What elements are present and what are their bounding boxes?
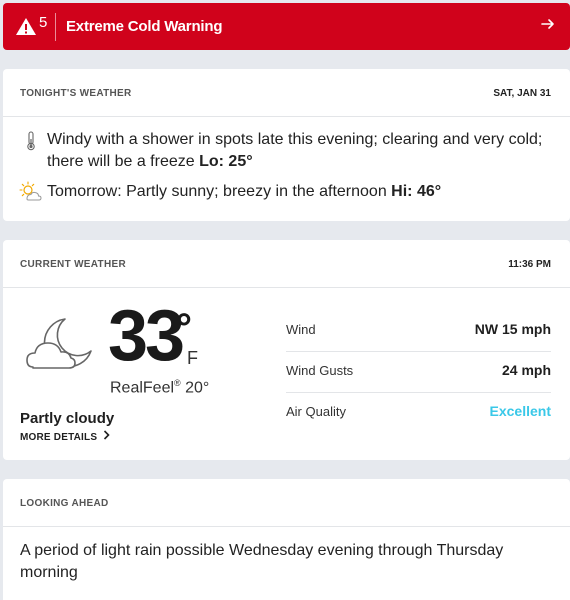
- trademark-mark: ®: [174, 378, 181, 388]
- air-quality-label: Air Quality: [286, 404, 346, 419]
- extreme-cold-warning-banner[interactable]: 5 Extreme Cold Warning: [3, 3, 570, 50]
- air-quality-value[interactable]: Excellent: [490, 403, 551, 419]
- chevron-right-icon: [103, 430, 110, 443]
- cloud-moon-icon: [25, 315, 97, 382]
- more-details-link[interactable]: MORE DETAILS: [20, 430, 110, 443]
- wind-gusts-label: Wind Gusts: [286, 363, 354, 378]
- realfeel: RealFeel® 20°: [110, 378, 209, 397]
- tomorrow-text: Tomorrow: Partly sunny; breezy in the af…: [47, 183, 387, 200]
- current-header: CURRENT WEATHER: [20, 259, 126, 270]
- lo-temp: Lo: 25°: [199, 153, 253, 170]
- realfeel-value: 20°: [185, 379, 210, 397]
- alert-title: Extreme Cold Warning: [66, 18, 223, 35]
- tonight-header: TONIGHT'S WEATHER: [20, 88, 132, 99]
- warning-triangle-icon: [15, 17, 37, 41]
- tonight-weather-card[interactable]: TONIGHT'S WEATHER SAT, JAN 31 Windy with…: [3, 69, 570, 221]
- more-details-label: MORE DETAILS: [20, 432, 98, 443]
- current-time: 11:36 PM: [508, 259, 551, 270]
- detail-row-wind-gusts: Wind Gusts 24 mph: [286, 351, 551, 393]
- condition-text: Partly cloudy: [20, 410, 115, 427]
- alert-count: 5: [39, 14, 48, 31]
- detail-row-air-quality: Air Quality Excellent: [286, 392, 551, 433]
- tomorrow-forecast: Tomorrow: Partly sunny; breezy in the af…: [47, 181, 547, 203]
- tonight-forecast: Windy with a shower in spots late this e…: [47, 129, 547, 173]
- thermometer-icon: [25, 131, 37, 156]
- wind-gusts-value: 24 mph: [501, 362, 551, 378]
- arrow-right-icon[interactable]: [540, 16, 556, 37]
- card-header: CURRENT WEATHER 11:36 PM: [3, 240, 570, 288]
- alert-divider: [55, 13, 56, 41]
- temperature-unit: F: [187, 348, 198, 368]
- ahead-header: LOOKING AHEAD: [20, 498, 109, 509]
- looking-ahead-card[interactable]: LOOKING AHEAD A period of light rain pos…: [3, 479, 570, 600]
- tonight-date: SAT, JAN 31: [493, 88, 551, 99]
- partly-sunny-icon: [19, 181, 43, 208]
- card-header: LOOKING AHEAD: [3, 479, 570, 527]
- tonight-text: Windy with a shower in spots late this e…: [47, 131, 543, 170]
- ahead-text: A period of light rain possible Wednesda…: [20, 542, 504, 581]
- realfeel-label: RealFeel: [110, 379, 175, 397]
- current-temperature: 33: [108, 296, 185, 376]
- degree-symbol: °: [176, 306, 192, 350]
- card-header: TONIGHT'S WEATHER SAT, JAN 31: [3, 69, 570, 117]
- detail-row-wind: Wind NW 15 mph: [286, 310, 551, 352]
- wind-value: NW 15 mph: [474, 321, 551, 337]
- current-weather-card[interactable]: CURRENT WEATHER 11:36 PM 33 ° F RealFeel…: [3, 240, 570, 460]
- hi-temp: Hi: 46°: [391, 183, 442, 200]
- wind-label: Wind: [286, 322, 316, 337]
